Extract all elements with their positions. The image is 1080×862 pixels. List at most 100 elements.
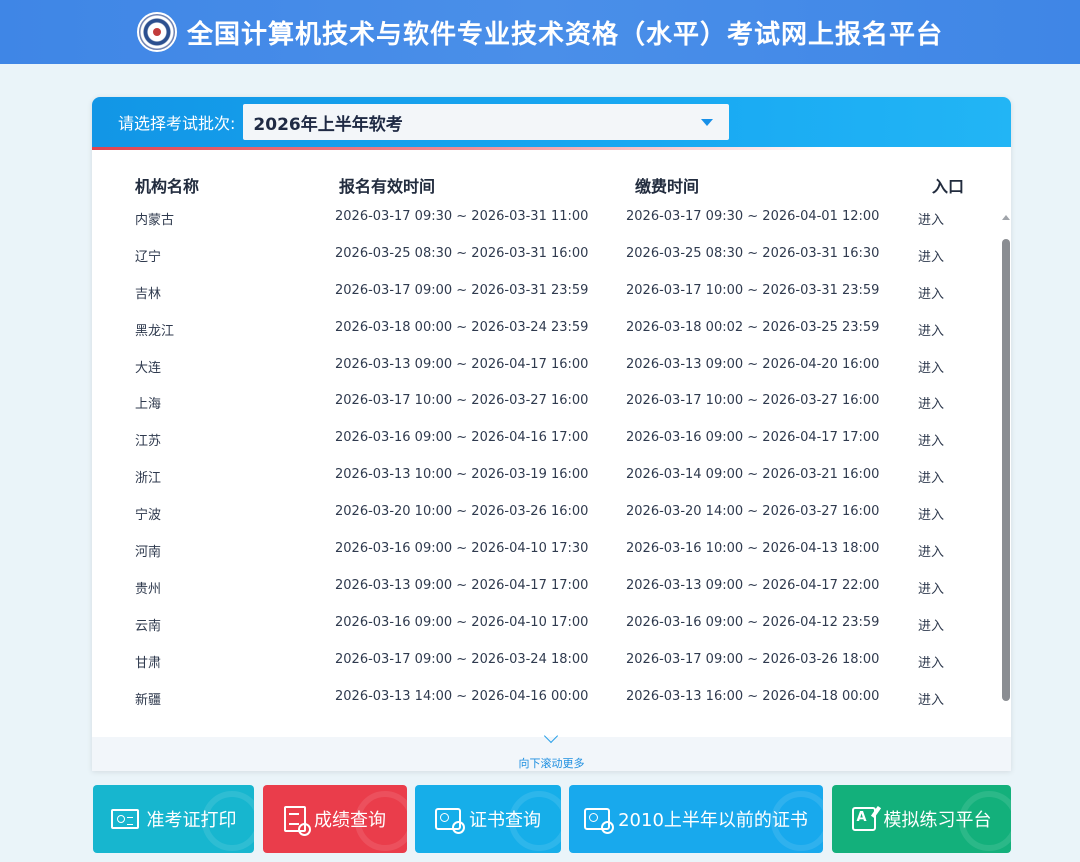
certificate-search-icon (584, 808, 615, 834)
pay-time-cell: 2026-03-17 10:00 ~ 2026-03-31 23:59 (626, 282, 880, 298)
exam-batch-panel: 请选择考试批次: 2026年上半年软考 机构名称 报名有效时间 缴费时间 入口 … (92, 97, 1011, 771)
reg-time-cell: 2026-03-17 09:30 ~ 2026-03-31 11:00 (335, 209, 589, 224)
scroll-more-hint[interactable]: 向下滚动更多 (92, 728, 1011, 771)
table-row: 甘肃 2026-03-17 09:00 ~ 2026-03-24 18:00 202… (92, 643, 1002, 680)
entry-link[interactable]: 进入 (918, 615, 944, 634)
batch-label: 请选择考试批次: (118, 114, 236, 133)
reg-time-cell: 2026-03-18 00:00 ~ 2026-03-24 23:59 (335, 319, 589, 335)
admission-ticket-print-button[interactable]: 准考证打印 (93, 785, 254, 853)
entry-link[interactable]: 进入 (918, 467, 944, 486)
decorative-circle (959, 791, 1011, 851)
org-cell: 内蒙古 (135, 213, 175, 228)
score-search-icon (284, 806, 311, 836)
scroll-up-arrow-icon[interactable] (1002, 215, 1010, 220)
batch-selector-bar: 请选择考试批次: 2026年上半年软考 (92, 97, 1011, 150)
table-row: 吉林 2026-03-17 09:00 ~ 2026-03-31 23:59 202… (92, 274, 1002, 311)
pay-time-cell: 2026-03-13 09:00 ~ 2026-04-17 22:00 (626, 577, 880, 593)
org-cell: 辽宁 (135, 249, 162, 265)
entry-link[interactable]: 进入 (918, 541, 944, 560)
org-cell: 江苏 (135, 434, 162, 450)
table-row: 黑龙江 2026-03-18 00:00 ~ 2026-03-24 23:59 20… (92, 311, 1002, 348)
reg-time-cell: 2026-03-25 08:30 ~ 2026-03-31 16:00 (335, 245, 589, 261)
scrollbar-thumb[interactable] (1002, 239, 1010, 701)
reg-time-cell: 2026-03-17 09:00 ~ 2026-03-24 18:00 (335, 651, 589, 667)
decorative-circle (771, 791, 823, 851)
practice-platform-button[interactable]: 模拟练习平台 (832, 785, 1011, 853)
table-row: 内蒙古 2026-03-17 09:30 ~ 2026-03-31 11:00 20… (92, 200, 1002, 237)
page-header: 全国计算机技术与软件专业技术资格（水平）考试网上报名平台 (0, 0, 1080, 64)
column-header-entry: 入口 (932, 177, 965, 196)
pay-time-cell: 2026-03-13 16:00 ~ 2026-04-18 00:00 (626, 688, 880, 704)
batch-selected-value: 2026年上半年软考 (253, 114, 403, 135)
pay-time-cell: 2026-03-17 09:00 ~ 2026-03-26 18:00 (626, 651, 880, 667)
entry-link[interactable]: 进入 (918, 578, 944, 597)
column-header-org: 机构名称 (135, 177, 200, 196)
org-cell: 浙江 (135, 471, 162, 487)
chevron-down-icon (701, 118, 714, 126)
table-row: 宁波 2026-03-20 10:00 ~ 2026-03-26 16:00 202… (92, 495, 1002, 532)
entry-link[interactable]: 进入 (918, 504, 944, 523)
table-row: 上海 2026-03-17 10:00 ~ 2026-03-27 16:00 202… (92, 384, 1002, 421)
admission-card-icon (110, 809, 139, 829)
pay-time-cell: 2026-03-17 09:30 ~ 2026-04-01 12:00 (626, 209, 880, 224)
page-title: 全国计算机技术与软件专业技术资格（水平）考试网上报名平台 (186, 19, 943, 50)
org-cell: 大连 (135, 360, 162, 376)
entry-link[interactable]: 进入 (918, 430, 944, 449)
table-row: 大连 2026-03-13 09:00 ~ 2026-04-17 16:00 202… (92, 348, 1002, 385)
table-row: 贵州 2026-03-13 09:00 ~ 2026-04-17 17:00 202… (92, 569, 1002, 606)
certificate-query-button[interactable]: 证书查询 (415, 785, 561, 853)
reg-time-cell: 2026-03-16 09:00 ~ 2026-04-16 17:00 (335, 430, 589, 446)
scroll-more-text: 向下滚动更多 (518, 757, 585, 770)
entry-link[interactable]: 进入 (918, 393, 944, 412)
table-row: 云南 2026-03-16 09:00 ~ 2026-04-10 17:00 202… (92, 606, 1002, 643)
reg-time-cell: 2026-03-17 10:00 ~ 2026-03-27 16:00 (335, 393, 589, 409)
practice-icon (851, 807, 876, 831)
reg-time-cell: 2026-03-13 14:00 ~ 2026-04-16 00:00 (335, 688, 589, 704)
reg-time-cell: 2026-03-16 09:00 ~ 2026-04-10 17:00 (335, 614, 589, 630)
reg-time-cell: 2026-03-13 09:00 ~ 2026-04-17 16:00 (335, 356, 589, 372)
table-body[interactable]: 内蒙古 2026-03-17 09:30 ~ 2026-03-31 11:00 20… (92, 200, 1002, 732)
column-header-reg-time: 报名有效时间 (339, 177, 436, 196)
table-row: 江苏 2026-03-16 09:00 ~ 2026-04-16 17:00 202… (92, 421, 1002, 458)
table-row: 新疆 2026-03-13 14:00 ~ 2026-04-16 00:00 202… (92, 680, 1002, 717)
org-cell: 黑龙江 (135, 323, 175, 339)
table-row: 浙江 2026-03-13 10:00 ~ 2026-03-19 16:00 202… (92, 458, 1002, 495)
entry-link[interactable]: 进入 (918, 652, 944, 671)
pre-2010-certificate-button[interactable]: 2010上半年以前的证书 (569, 785, 823, 853)
pay-time-cell: 2026-03-16 09:00 ~ 2026-04-12 23:59 (626, 614, 880, 630)
entry-link[interactable]: 进入 (918, 283, 944, 302)
pay-time-cell: 2026-03-18 00:02 ~ 2026-03-25 23:59 (626, 319, 880, 335)
entry-link[interactable]: 进入 (918, 357, 944, 376)
reg-time-cell: 2026-03-16 09:00 ~ 2026-04-10 17:30 (335, 541, 589, 557)
score-query-button[interactable]: 成绩查询 (263, 785, 407, 853)
org-cell: 宁波 (135, 508, 162, 524)
pay-time-cell: 2026-03-14 09:00 ~ 2026-03-21 16:00 (626, 467, 880, 483)
reg-time-cell: 2026-03-13 09:00 ~ 2026-04-17 17:00 (335, 577, 589, 593)
entry-link[interactable]: 进入 (918, 246, 944, 265)
certificate-search-icon (435, 808, 465, 834)
reg-time-cell: 2026-03-13 10:00 ~ 2026-03-19 16:00 (335, 467, 589, 483)
org-cell: 云南 (135, 618, 162, 634)
table-header: 机构名称 报名有效时间 缴费时间 入口 (92, 169, 1011, 197)
pay-time-cell: 2026-03-25 08:30 ~ 2026-03-31 16:30 (626, 245, 880, 261)
pay-time-cell: 2026-03-16 10:00 ~ 2026-04-13 18:00 (626, 541, 880, 557)
table-row: 辽宁 2026-03-25 08:30 ~ 2026-03-31 16:00 202… (92, 237, 1002, 274)
pay-time-cell: 2026-03-16 09:00 ~ 2026-04-17 17:00 (626, 430, 880, 446)
org-cell: 甘肃 (135, 655, 162, 671)
decorative-circle (509, 791, 561, 851)
batch-select[interactable]: 2026年上半年软考 (243, 104, 730, 140)
org-cell: 上海 (135, 397, 162, 413)
pay-time-cell: 2026-03-20 14:00 ~ 2026-03-27 16:00 (626, 504, 880, 520)
entry-link[interactable]: 进入 (918, 320, 944, 339)
column-header-pay-time: 缴费时间 (635, 177, 700, 196)
table-row: 河南 2026-03-16 09:00 ~ 2026-04-10 17:30 202… (92, 532, 1002, 569)
entry-link[interactable]: 进入 (918, 689, 944, 708)
decorative-circle (355, 791, 407, 851)
org-cell: 吉林 (135, 286, 162, 302)
org-cell: 贵州 (135, 581, 162, 597)
org-cell: 河南 (135, 545, 162, 561)
entry-link[interactable]: 进入 (918, 209, 944, 228)
org-cell: 新疆 (135, 692, 162, 708)
logo-icon (136, 12, 177, 52)
decorative-circle (202, 791, 254, 851)
